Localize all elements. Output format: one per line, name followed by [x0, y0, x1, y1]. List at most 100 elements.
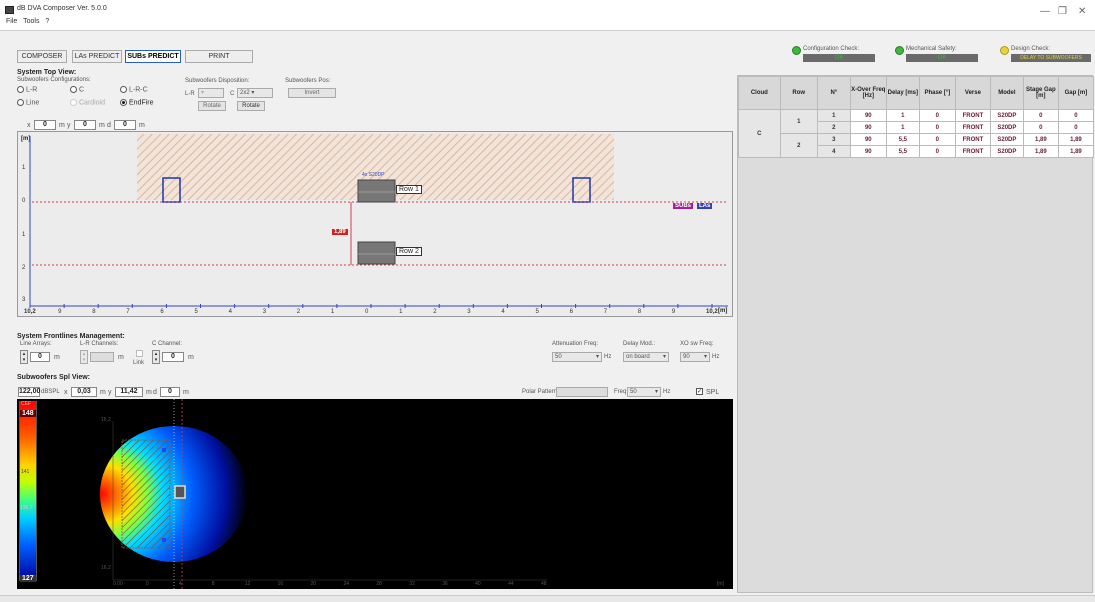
freq-value: 50	[630, 389, 637, 395]
line-arrays-input[interactable]: 0	[30, 352, 50, 362]
xo-label: XO sw Freq:	[680, 341, 714, 347]
x-tick-label: 4	[501, 309, 505, 315]
xover-cell[interactable]: 90	[849, 133, 887, 146]
menu-tools[interactable]: Tools	[23, 18, 39, 25]
frontlines-title: System Frontlines Management:	[17, 333, 125, 340]
verse-cell[interactable]: FRONT	[954, 109, 991, 122]
polar-pattern-select[interactable]	[556, 387, 608, 397]
stage-gap-cell[interactable]: 1,89	[1022, 133, 1059, 146]
close-button[interactable]: ✕	[1078, 6, 1086, 17]
line-arrays-spinner[interactable]: ▴ ▾	[20, 350, 28, 364]
lr-channels-input[interactable]	[90, 352, 114, 362]
col-gap: Gap [m]	[1057, 76, 1095, 110]
xo-select[interactable]: 90 ▾	[680, 352, 710, 362]
spl-checkbox[interactable]: ✓	[696, 388, 703, 395]
option-cardioid[interactable]: Cardioid	[70, 99, 105, 106]
option-lrc[interactable]: L-R-C	[120, 86, 148, 93]
status-bar	[0, 595, 1095, 602]
x-tick-label: 1	[330, 309, 335, 315]
xover-cell[interactable]: 90	[849, 145, 887, 158]
option-line[interactable]: Line	[17, 99, 39, 106]
verse-cell[interactable]: FRONT	[954, 121, 991, 134]
x-tick-label: 2	[433, 309, 437, 315]
gap-cell[interactable]: 0	[1057, 121, 1095, 134]
xover-cell[interactable]: 90	[849, 121, 887, 134]
rotate-lr-button[interactable]: Rotate	[198, 101, 226, 111]
invert-button[interactable]: Invert	[288, 88, 336, 98]
delay-cell[interactable]: 1	[885, 109, 920, 122]
stage-gap-cell[interactable]: 1,89	[1022, 145, 1059, 158]
spl-y-input[interactable]: 11,42	[115, 387, 143, 397]
unit-m: m	[139, 122, 145, 129]
model-cell[interactable]: S20DP	[989, 121, 1024, 134]
gap-cell[interactable]: 1,89	[1057, 133, 1095, 146]
y-input[interactable]: 0	[74, 120, 96, 130]
link-checkbox[interactable]	[136, 350, 143, 357]
verse-cell[interactable]: FRONT	[954, 145, 991, 158]
tab-print[interactable]: PRINT	[185, 50, 253, 63]
phase-cell[interactable]: 0	[918, 145, 956, 158]
table-row[interactable]: 2 3 90 5,5 0 FRONT S20DP 1,89 1,89	[739, 133, 1095, 158]
option-endfire[interactable]: EndFire	[120, 99, 154, 106]
chevron-down-icon: ▾	[595, 354, 599, 360]
tab-composer[interactable]: COMPOSER	[17, 50, 67, 63]
delay-cell[interactable]: 5,5	[885, 133, 920, 146]
n-cell: 4	[816, 145, 851, 158]
stage-gap-cell[interactable]: 0	[1022, 109, 1059, 122]
delay-mod-select[interactable]: on board ▾	[623, 352, 669, 362]
phase-cell[interactable]: 0	[918, 121, 956, 134]
menu-help[interactable]: ?	[45, 18, 49, 25]
table-row[interactable]: C 1 1 90 1 0 FRONT S20DP 0 0	[738, 109, 1095, 158]
spl-view-plot[interactable]: CEF 148 141 136,7 127 16,2 16,2 [m] 0,00…	[17, 399, 733, 589]
maximize-button[interactable]: ❐	[1058, 6, 1067, 17]
attenuation-value: 50	[555, 354, 562, 360]
chevron-down-icon: ▾	[654, 389, 658, 395]
x-tick-label: 2	[296, 309, 301, 315]
x-input[interactable]: 0	[34, 120, 56, 130]
gap-cell[interactable]: 0	[1057, 109, 1095, 122]
unit-hz: Hz	[712, 354, 720, 360]
design-check-status: DELAY TO SUBWOOFERS	[1011, 54, 1091, 62]
freq-select[interactable]: 50 ▾	[627, 387, 661, 397]
spl-x-input[interactable]: 0,03	[71, 387, 97, 397]
lr-channels-spinner[interactable]: ▴ ▾	[80, 350, 88, 364]
rotate-c-button[interactable]: Rotate	[237, 101, 265, 111]
option-label: L-R	[26, 86, 38, 94]
model-cell[interactable]: S20DP	[989, 133, 1024, 146]
option-c[interactable]: C	[70, 86, 84, 93]
x-unit: [m]	[718, 308, 728, 314]
x-tick-label: 3	[467, 309, 471, 315]
option-lr[interactable]: L-R	[17, 86, 37, 93]
disposition-lr-select[interactable]: ▾	[198, 88, 224, 98]
phase-cell[interactable]: 0	[918, 133, 956, 146]
model-cell[interactable]: S20DP	[989, 109, 1024, 122]
c-channel-input[interactable]: 0	[162, 352, 184, 362]
col-cloud: Cloud	[738, 76, 781, 110]
delay-cell[interactable]: 5,5	[885, 145, 920, 158]
spl-view-title: Subwoofers Spl View:	[17, 374, 90, 381]
tab-las-predict[interactable]: LAs PREDICT	[72, 50, 122, 63]
disposition-c-select[interactable]: 2x2 ▾	[237, 88, 273, 98]
spl-d-input[interactable]: 0	[160, 387, 180, 397]
xover-cell[interactable]: 90	[849, 109, 887, 122]
y-tick: 0	[22, 198, 26, 204]
verse-cell[interactable]: FRONT	[954, 133, 991, 146]
phase-cell[interactable]: 0	[918, 109, 956, 122]
tab-subs-predict[interactable]: SUBs PREDICT	[125, 50, 181, 63]
c-channel-spinner[interactable]: ▴ ▾	[152, 350, 160, 364]
radio-icon	[17, 86, 24, 93]
spl-heatmap	[100, 399, 547, 589]
menu-file[interactable]: File	[6, 18, 17, 25]
d-input[interactable]: 0	[114, 120, 136, 130]
stage-gap-cell[interactable]: 0	[1022, 121, 1059, 134]
subwoofers-pos-label: Subwoofers Pos:	[285, 78, 331, 84]
spl-x-tick-label: 8	[211, 581, 215, 587]
mechanical-safety-label: Mechanical Safety:	[906, 46, 957, 52]
gap-cell[interactable]: 1,89	[1057, 145, 1095, 158]
delay-cell[interactable]: 1	[885, 121, 920, 134]
model-cell[interactable]: S20DP	[989, 145, 1024, 158]
minimize-button[interactable]: —	[1040, 6, 1050, 17]
attenuation-select[interactable]: 50 ▾	[552, 352, 602, 362]
top-view-plot[interactable]: [m] 4x S20DP Row 1 Row 2 1,89 SUBs LAs 1…	[17, 131, 733, 317]
col-stage-gap: Stage Gap [m]	[1022, 76, 1059, 110]
